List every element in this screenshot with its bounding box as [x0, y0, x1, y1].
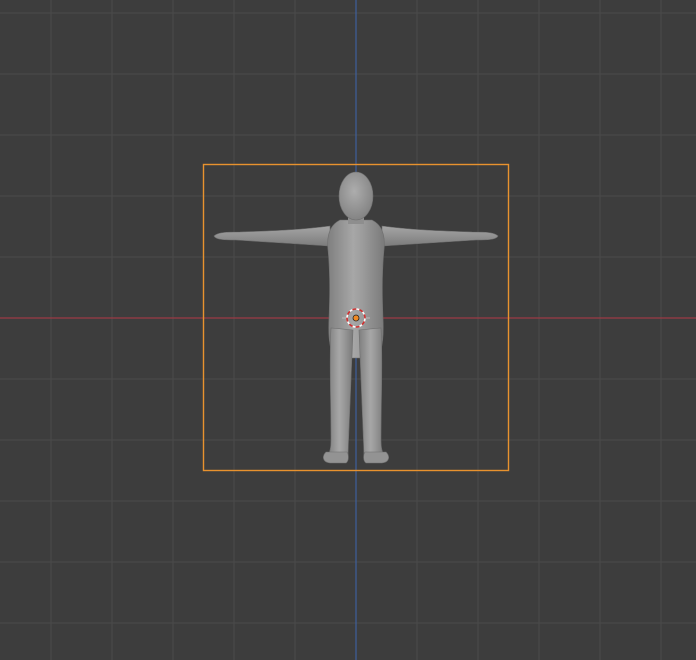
left-foot: [323, 451, 349, 464]
3d-viewport[interactable]: [0, 0, 696, 660]
viewport-canvas[interactable]: [0, 0, 696, 660]
right-foot: [363, 451, 389, 464]
head: [338, 171, 374, 221]
object-origin-dot: [352, 314, 360, 322]
